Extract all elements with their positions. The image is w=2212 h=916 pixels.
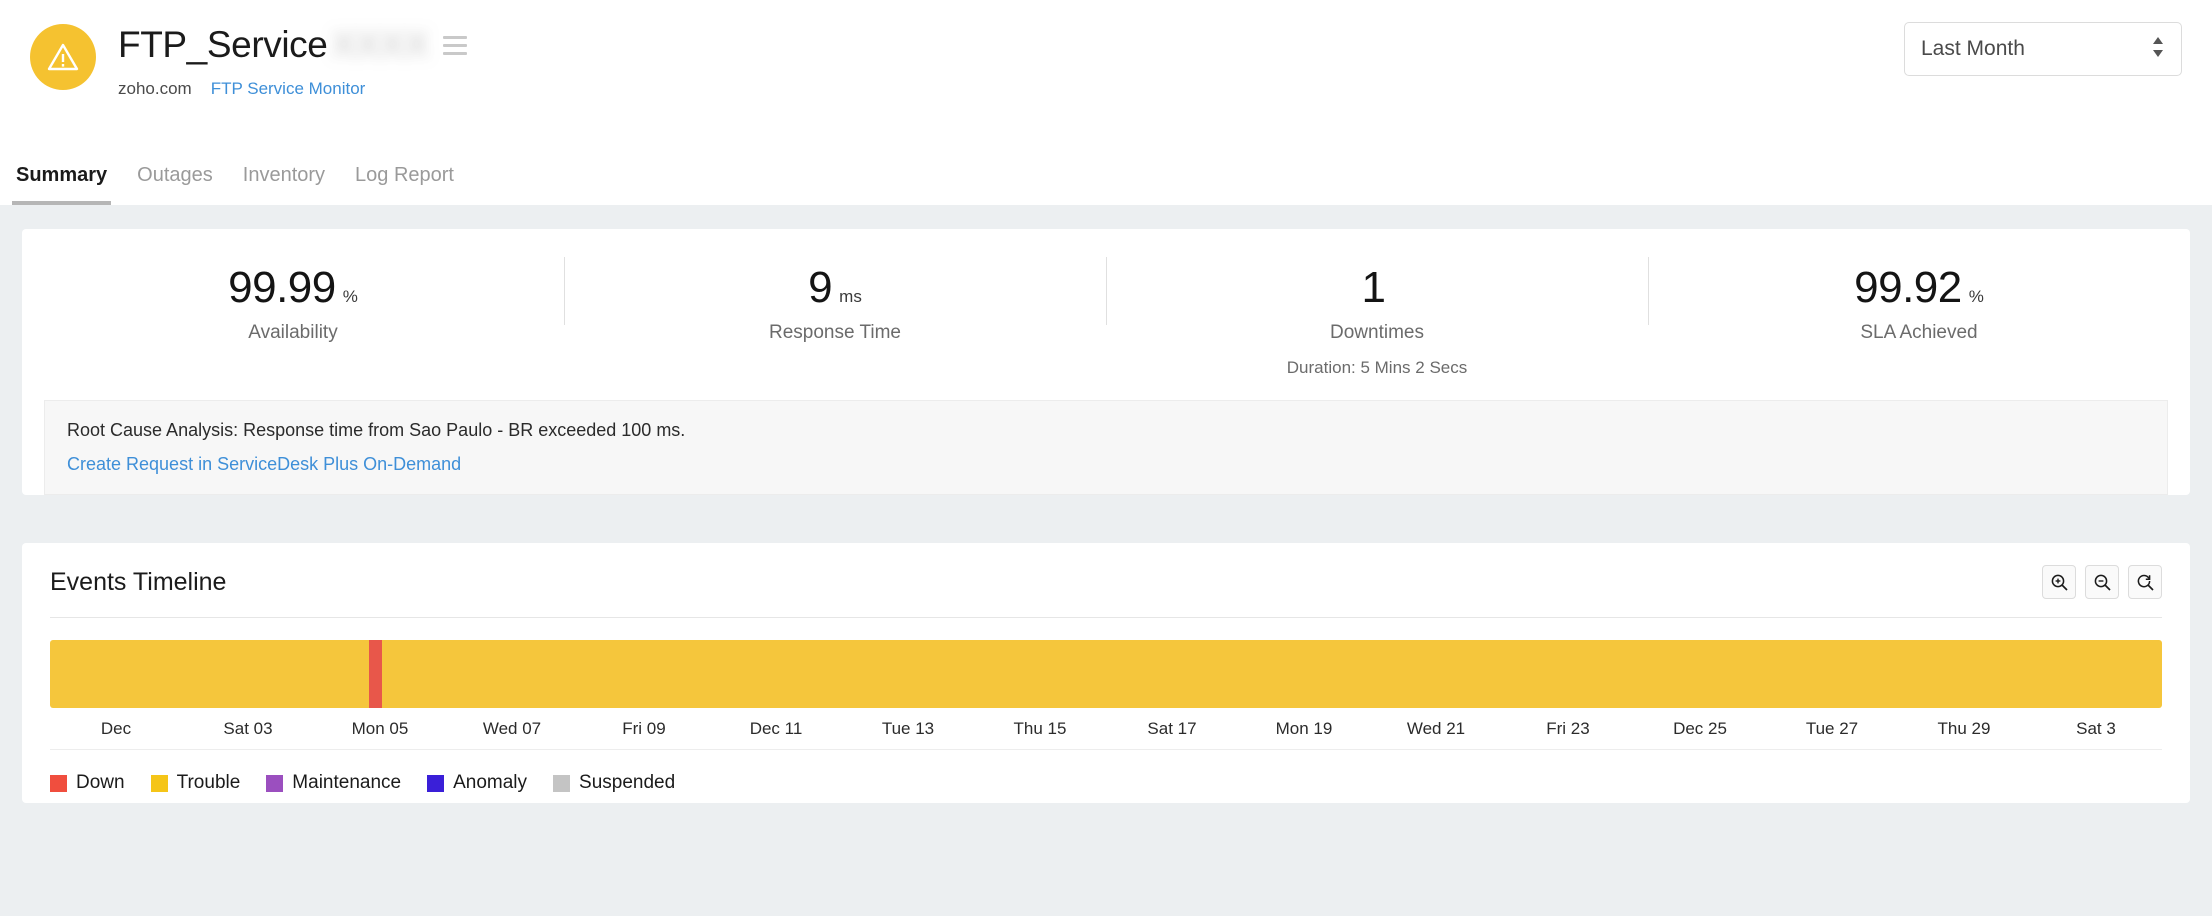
period-selector-wrap: Last Month <box>1904 22 2182 76</box>
legend-swatch-icon <box>150 774 168 792</box>
stat-downtimes-duration: Duration: 5 Mins 2 Secs <box>1286 358 1468 377</box>
stat-availability: 99.99 % Availability <box>22 253 564 348</box>
stat-response-time-value: 9 <box>808 263 833 312</box>
stat-response-time: 9 ms Response Time <box>564 253 1106 348</box>
stat-downtimes-value: 1 <box>1361 263 1386 312</box>
stats-row: 99.99 % Availability 9 ms Response Time … <box>22 253 2190 382</box>
brand-text: FTP_Service XXXX zoho.com FTP Service Mo… <box>118 22 467 99</box>
stat-sla-achieved-unit: % <box>1968 287 1984 306</box>
zoom-reset-icon[interactable] <box>2128 565 2162 599</box>
timeline-tick: Dec <box>100 719 132 738</box>
timeline-tick: Sat 3 <box>2076 719 2116 738</box>
tab-log-report[interactable]: Log Report <box>355 163 454 205</box>
stat-downtimes-label: Downtimes <box>1330 322 1424 343</box>
page-header: FTP_Service XXXX zoho.com FTP Service Mo… <box>0 0 2212 205</box>
timeline-tick: Mon 19 <box>1275 719 1333 738</box>
timeline-tick: Thu 29 <box>1937 719 1991 738</box>
redacted-title-suffix: XXXX <box>331 24 429 65</box>
zoom-out-icon[interactable] <box>2085 565 2119 599</box>
timeline-toolbar <box>2042 565 2162 599</box>
zoom-in-icon[interactable] <box>2042 565 2076 599</box>
timeline-tick: Thu 15 <box>1013 719 1067 738</box>
tab-inventory[interactable]: Inventory <box>243 163 325 205</box>
warning-triangle-icon <box>30 24 96 90</box>
stat-response-time-label: Response Time <box>768 322 901 343</box>
summary-stats-card: 99.99 % Availability 9 ms Response Time … <box>22 229 2190 495</box>
timeline-tick: Dec 25 <box>1673 719 1727 738</box>
timeline-tick: Sat 03 <box>223 719 273 738</box>
stat-response-time-unit: ms <box>839 287 862 306</box>
timeline-tick: Mon 05 <box>351 719 409 738</box>
timeline-event-down[interactable] <box>368 640 382 708</box>
stat-availability-label: Availability <box>248 322 338 343</box>
stat-sla-achieved-value: 99.92 <box>1854 263 1962 312</box>
legend-label: Maintenance <box>292 772 402 793</box>
stat-availability-unit: % <box>342 287 358 306</box>
legend-label: Suspended <box>579 772 676 793</box>
legend-label: Down <box>76 772 125 793</box>
root-cause-analysis-banner: Root Cause Analysis: Response time from … <box>44 400 2168 495</box>
stat-availability-value: 99.99 <box>228 263 336 312</box>
timeline-tick: Tue 27 <box>1805 719 1859 738</box>
tab-summary[interactable]: Summary <box>11 163 112 205</box>
stat-sla-achieved-label: SLA Achieved <box>1860 322 1978 343</box>
events-timeline-header: Events Timeline <box>50 565 2162 618</box>
legend-label: Anomaly <box>453 772 528 793</box>
page-title: FTP_Service <box>118 24 328 65</box>
timeline-tick: Wed 07 <box>482 719 542 738</box>
create-request-link[interactable]: Create Request in ServiceDesk Plus On-De… <box>67 454 461 475</box>
stepper-arrows-icon[interactable] <box>2151 34 2165 65</box>
period-select-value: Last Month <box>1921 37 2025 60</box>
legend-swatch-icon <box>50 774 67 792</box>
root-cause-analysis-text: Root Cause Analysis: Response time from … <box>67 420 686 440</box>
domain-label: zoho.com <box>118 79 192 98</box>
timeline-tick: Dec 11 <box>749 719 803 738</box>
stat-downtimes: 1 Downtimes Duration: 5 Mins 2 Secs <box>1106 253 1648 382</box>
monitor-type-link[interactable]: FTP Service Monitor <box>211 79 366 99</box>
period-select[interactable]: Last Month <box>1904 22 2182 76</box>
timeline-bar[interactable] <box>50 640 2162 708</box>
tab-bar: Summary Outages Inventory Log Report <box>11 163 454 205</box>
legend-swatch-icon <box>266 774 284 792</box>
events-timeline-title: Events Timeline <box>50 567 227 596</box>
legend-item-maintenance[interactable]: Maintenance <box>266 772 401 794</box>
legend-item-trouble[interactable]: Trouble <box>150 772 241 794</box>
legend-item-anomaly[interactable]: Anomaly <box>427 772 527 794</box>
timeline-tick: Fri 09 <box>622 719 666 738</box>
legend-swatch-icon <box>553 774 571 792</box>
timeline-axis: Dec Sat 03 Mon 05 Wed 07 Fri 09 Dec 11 Tue 13 T… <box>50 708 2162 750</box>
legend-swatch-icon <box>427 774 445 792</box>
stat-sla-achieved: 99.92 % SLA Achieved <box>1648 253 2190 348</box>
timeline-tick: Wed 21 <box>1406 719 1466 738</box>
events-timeline-card: Events Timeline Dec Sat 03 Mon 05 Wed 07… <box>22 543 2190 803</box>
legend-label: Trouble <box>176 772 241 793</box>
timeline-tick: Tue 13 <box>881 719 935 738</box>
legend-item-suspended[interactable]: Suspended <box>553 772 675 794</box>
timeline-tick: Fri 23 <box>1546 719 1590 738</box>
legend-item-down[interactable]: Down <box>50 772 125 794</box>
timeline-legend: Down Trouble Maintenance Anomaly Suspended <box>50 772 2162 794</box>
title-line: FTP_Service XXXX <box>118 22 467 68</box>
tab-outages[interactable]: Outages <box>137 163 213 205</box>
timeline-tick: Sat 17 <box>1147 719 1197 738</box>
brand-row: FTP_Service XXXX zoho.com FTP Service Mo… <box>30 0 2182 99</box>
brand-subline: zoho.com FTP Service Monitor <box>118 79 467 99</box>
hamburger-menu-icon[interactable] <box>442 35 467 55</box>
